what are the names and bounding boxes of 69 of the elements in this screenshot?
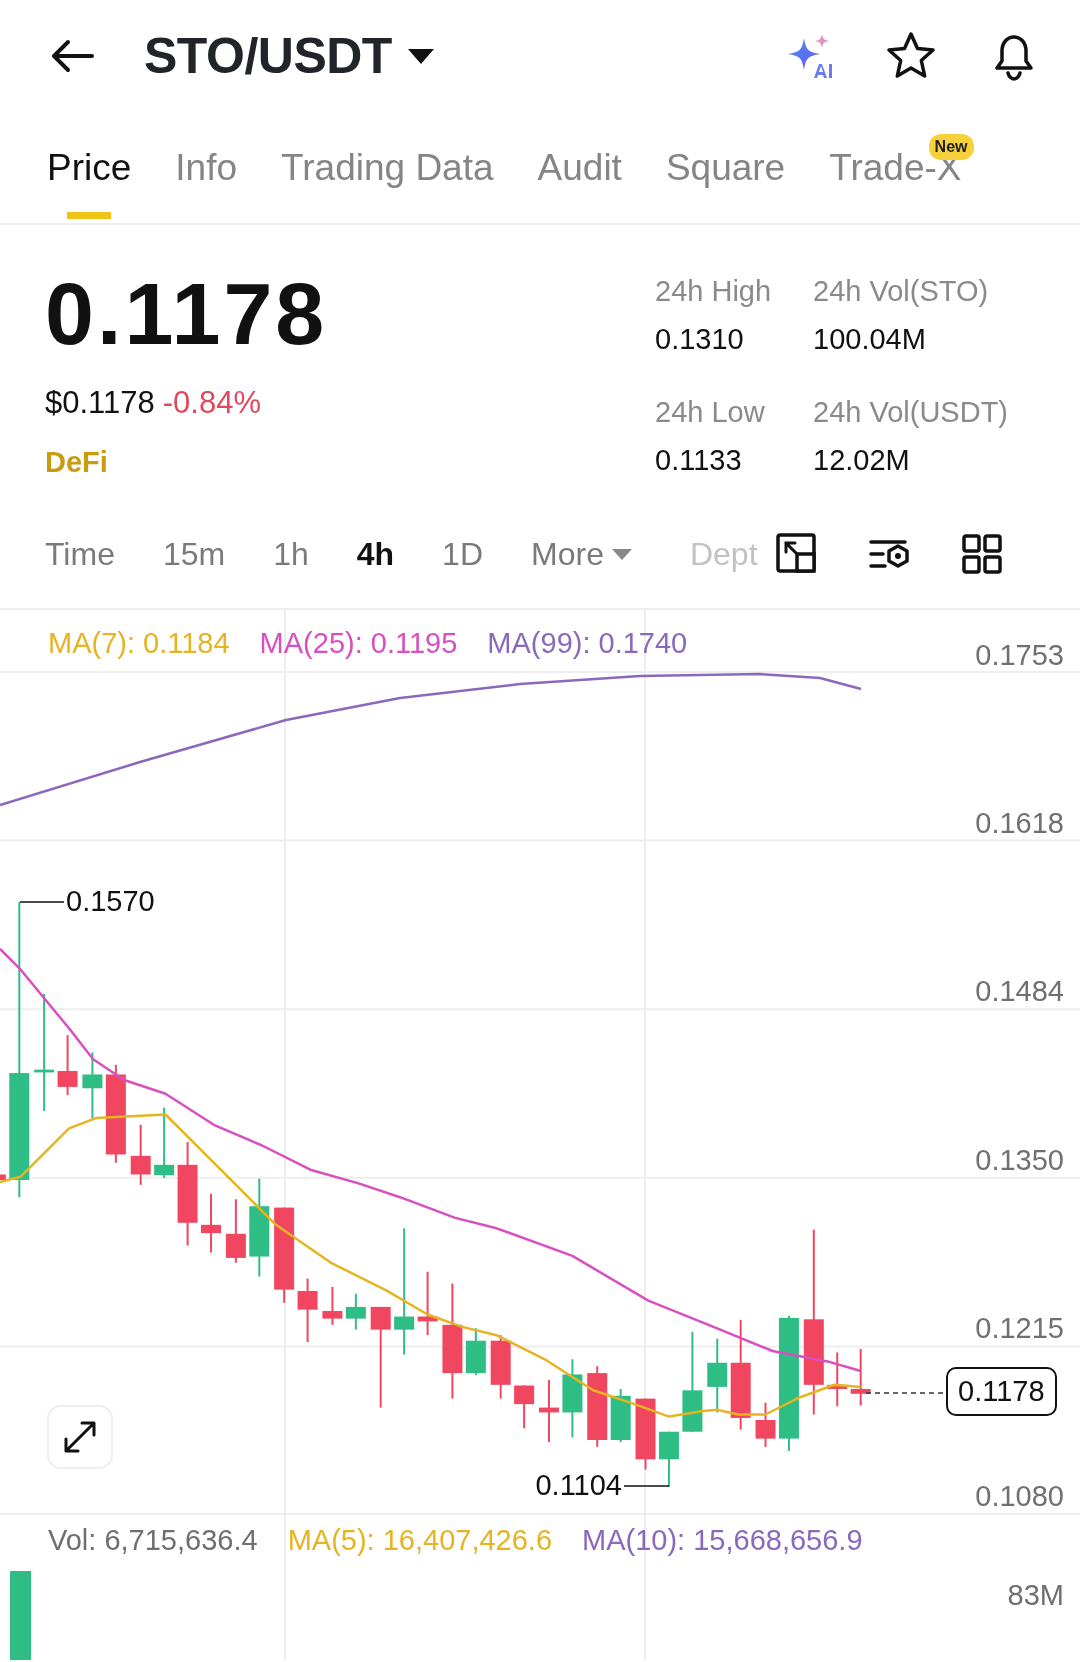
stat-label: 24h High bbox=[655, 274, 773, 309]
candlestick bbox=[322, 1285, 343, 1326]
stat-value: 100.04M bbox=[813, 321, 927, 357]
last-price-tag: 0.1178 bbox=[946, 1367, 1057, 1416]
axis-label: 0.1484 bbox=[975, 977, 1064, 1007]
interval-tab[interactable]: 1D bbox=[442, 530, 483, 578]
caret-icon bbox=[611, 548, 632, 560]
indicator-value: MA(25): 0.1195 bbox=[259, 626, 458, 661]
candlestick bbox=[130, 1123, 151, 1186]
candlestick bbox=[827, 1351, 848, 1408]
pair-selector[interactable]: STO/USDT bbox=[144, 18, 434, 94]
tab[interactable]: Audit bbox=[537, 112, 622, 223]
candlestick bbox=[201, 1192, 222, 1254]
indicator-value: Vol: 6,715,636.4 bbox=[48, 1523, 258, 1558]
stat-value: 0.1310 bbox=[655, 321, 745, 357]
candlestick bbox=[490, 1334, 511, 1400]
expand-button[interactable] bbox=[47, 1405, 113, 1469]
indicator-value: MA(5): 16,407,426.6 bbox=[287, 1523, 553, 1558]
star-icon[interactable] bbox=[886, 31, 936, 81]
candlestick bbox=[345, 1292, 366, 1331]
axis-label: 0.1350 bbox=[975, 1145, 1064, 1175]
resize-icon[interactable] bbox=[775, 533, 818, 575]
candlestick bbox=[297, 1277, 318, 1344]
tab-indicator bbox=[67, 212, 112, 219]
tab[interactable]: Price bbox=[47, 112, 132, 223]
indicator-value: MA(10): 15,668,656.9 bbox=[582, 1523, 863, 1558]
interval-tab[interactable]: Time bbox=[45, 530, 115, 578]
price-change: -0.84% bbox=[162, 384, 261, 422]
candlestick bbox=[658, 1430, 679, 1488]
grid-icon[interactable] bbox=[961, 534, 1002, 574]
more-dropdown[interactable]: More bbox=[531, 530, 632, 578]
candlestick bbox=[225, 1198, 246, 1264]
high-price-label: 0.1570 bbox=[66, 887, 155, 917]
indicator-value: MA(7): 0.1184 bbox=[48, 626, 230, 661]
candlestick bbox=[755, 1401, 776, 1448]
leader-line bbox=[623, 1485, 670, 1487]
interval-tab[interactable]: 15m bbox=[162, 530, 226, 578]
new-badge: New bbox=[928, 134, 974, 160]
category-tag: DeFi bbox=[45, 440, 655, 484]
tab[interactable]: Square bbox=[665, 112, 786, 223]
stat-value: 12.02M bbox=[813, 442, 911, 478]
candlestick bbox=[57, 1034, 78, 1097]
interval-tab[interactable]: 1h bbox=[273, 530, 309, 578]
candlestick bbox=[850, 1347, 871, 1407]
candlestick bbox=[417, 1270, 438, 1337]
tab[interactable]: Trading Data bbox=[281, 112, 494, 223]
caret-icon bbox=[407, 48, 434, 64]
stat-label: 24h Vol(STO) bbox=[813, 274, 990, 309]
axis-label: 83M bbox=[1007, 1581, 1064, 1610]
interval-tab[interactable]: 4h bbox=[356, 530, 395, 578]
axis-label: 0.1618 bbox=[975, 809, 1064, 839]
stat-value: 0.1133 bbox=[655, 442, 743, 478]
indicator-value: MA(99): 0.1740 bbox=[487, 626, 688, 661]
axis-label: 0.1080 bbox=[975, 1482, 1064, 1511]
leader-line bbox=[19, 901, 65, 903]
candlestick bbox=[82, 1051, 103, 1119]
candlestick bbox=[514, 1384, 535, 1430]
stat-label: 24h Low bbox=[655, 395, 766, 430]
tab[interactable]: Info bbox=[175, 112, 238, 223]
axis-label: 0.1753 bbox=[975, 641, 1064, 670]
usd-price: $0.1178 bbox=[45, 384, 155, 422]
low-price-label: 0.1104 bbox=[535, 1470, 622, 1500]
candlestick bbox=[0, 1174, 6, 1180]
candlestick bbox=[465, 1327, 486, 1377]
candlestick bbox=[538, 1379, 559, 1444]
axis-label: 0.1215 bbox=[975, 1313, 1064, 1343]
stat-label: 24h Vol(USDT) bbox=[813, 395, 1009, 430]
candlestick bbox=[610, 1387, 631, 1444]
last-price: 0.1178 bbox=[45, 270, 329, 358]
